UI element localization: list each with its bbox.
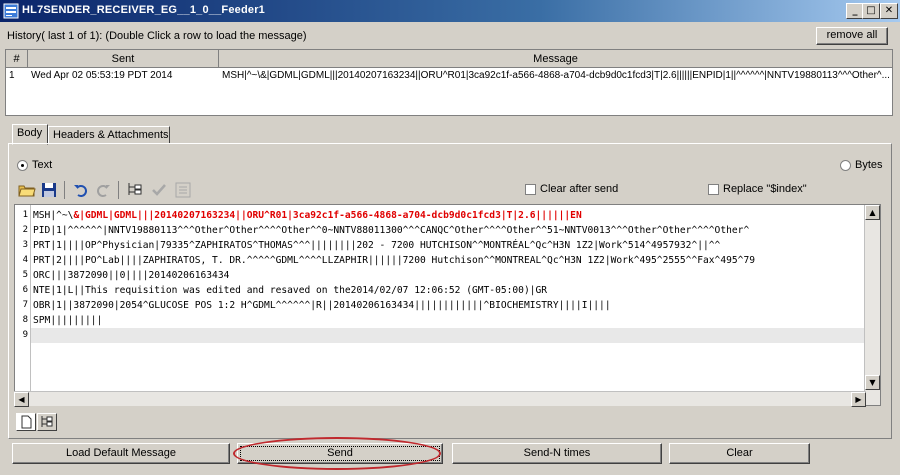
editor-toolbar: Clear after send Replace "$index" [14, 178, 886, 202]
window-title: HL7SENDER_RECEIVER_EG__1_0__Feeder1 [22, 4, 266, 16]
text-view-tab[interactable] [16, 413, 36, 431]
line-number: 5 [22, 270, 28, 280]
msh-prefix: MSH|^~\ [33, 210, 74, 221]
editor-horizontal-scrollbar[interactable]: ◀ ▶ [14, 391, 866, 407]
title-bar: HL7SENDER_RECEIVER_EG__1_0__Feeder1 _ □ … [0, 0, 900, 22]
line-number: 3 [22, 240, 28, 250]
load-default-message-button[interactable]: Load Default Message [12, 443, 230, 464]
send-button[interactable]: Send [237, 443, 443, 464]
clear-button[interactable]: Clear [669, 443, 810, 464]
line-number: 6 [22, 285, 28, 295]
editor-line-msh: MSH|^~\&|GDML|GDML|||20140207163234||ORU… [33, 208, 868, 223]
line-number: 8 [22, 315, 28, 325]
history-label: History( last 1 of 1): (Double Click a r… [7, 30, 307, 42]
editor-vertical-scrollbar[interactable]: ▲ ▼ [864, 205, 880, 405]
editor-line: ORC|||3872090||0||||20140206163434 [33, 270, 230, 281]
replace-index-checkbox[interactable] [708, 184, 719, 195]
tree-view-tab[interactable] [37, 413, 57, 431]
tab-body[interactable]: Body [12, 124, 48, 145]
toolbar-separator [118, 181, 119, 199]
tree-view-icon[interactable] [126, 181, 144, 199]
line-number: 4 [22, 255, 28, 265]
replace-index-label: Replace "$index" [723, 183, 807, 195]
scroll-left-icon[interactable]: ◀ [14, 392, 29, 407]
editor-line: OBR|1||3872090|2054^GLUCOSE POS 1:2 H^GD… [33, 300, 611, 311]
column-header-sent[interactable]: Sent [28, 50, 219, 68]
bytes-radio-label: Bytes [855, 159, 883, 171]
undo-icon[interactable] [72, 181, 90, 199]
message-editor[interactable]: 1 2 3 4 5 6 7 8 9 MSH|^~\&|GDML|GDML|||2… [14, 204, 881, 406]
xml-icon[interactable] [174, 181, 192, 199]
clear-after-send-label: Clear after send [540, 183, 619, 195]
scroll-down-icon[interactable]: ▼ [865, 375, 880, 390]
line-number: 9 [22, 330, 28, 340]
app-icon [3, 3, 19, 19]
bytes-radio[interactable] [840, 160, 851, 171]
validate-check-icon[interactable] [150, 181, 168, 199]
editor-line: PID|1|^^^^^^|NNTV19880113^^^Other^Other^… [33, 225, 750, 236]
toolbar-separator [64, 181, 65, 199]
open-folder-icon[interactable] [18, 181, 36, 199]
msh-highlight: &|GDML|GDML|||20140207163234||ORU^R01|3c… [73, 210, 582, 221]
remove-all-button[interactable]: remove all [816, 27, 888, 45]
send-n-times-button[interactable]: Send-N times [452, 443, 662, 464]
row-message: MSH|^~\&|GDML|GDML|||20140207163234||ORU… [222, 70, 890, 81]
editor-line: PRT|2||||PO^Lab||||ZAPHIRATOS, T. DR.^^^… [33, 255, 755, 266]
text-radio-label: Text [32, 159, 53, 171]
tree-view-icon [41, 416, 53, 427]
line-number-gutter: 1 2 3 4 5 6 7 8 9 [15, 205, 31, 405]
editor-line-current [31, 328, 868, 343]
tab-headers-attachments[interactable]: Headers & Attachments [48, 126, 170, 144]
column-header-num[interactable]: # [6, 50, 28, 68]
line-number: 7 [22, 300, 28, 310]
editor-line: PRT|1||||OP^Physician|79335^ZAPHIRATOS^T… [33, 240, 721, 251]
document-icon [21, 415, 32, 429]
text-radio[interactable] [17, 160, 28, 171]
line-number: 2 [22, 225, 28, 235]
save-icon[interactable] [40, 181, 58, 199]
line-number: 1 [22, 210, 28, 220]
row-number: 1 [9, 70, 15, 81]
redo-icon[interactable] [94, 181, 112, 199]
row-sent-time: Wed Apr 02 05:53:19 PDT 2014 [31, 70, 173, 81]
editor-line: NTE|1|L||This requisition was edited and… [33, 285, 548, 296]
scroll-right-icon[interactable]: ▶ [851, 392, 866, 407]
history-table: # Sent Message 1 Wed Apr 02 05:53:19 PDT… [5, 49, 893, 116]
editor-line: SPM||||||||| [33, 315, 103, 326]
clear-after-send-checkbox[interactable] [525, 184, 536, 195]
maximize-button[interactable]: □ [862, 3, 880, 19]
column-header-message[interactable]: Message [219, 50, 892, 68]
scroll-up-icon[interactable]: ▲ [865, 205, 880, 220]
close-button[interactable]: ✕ [880, 3, 898, 19]
